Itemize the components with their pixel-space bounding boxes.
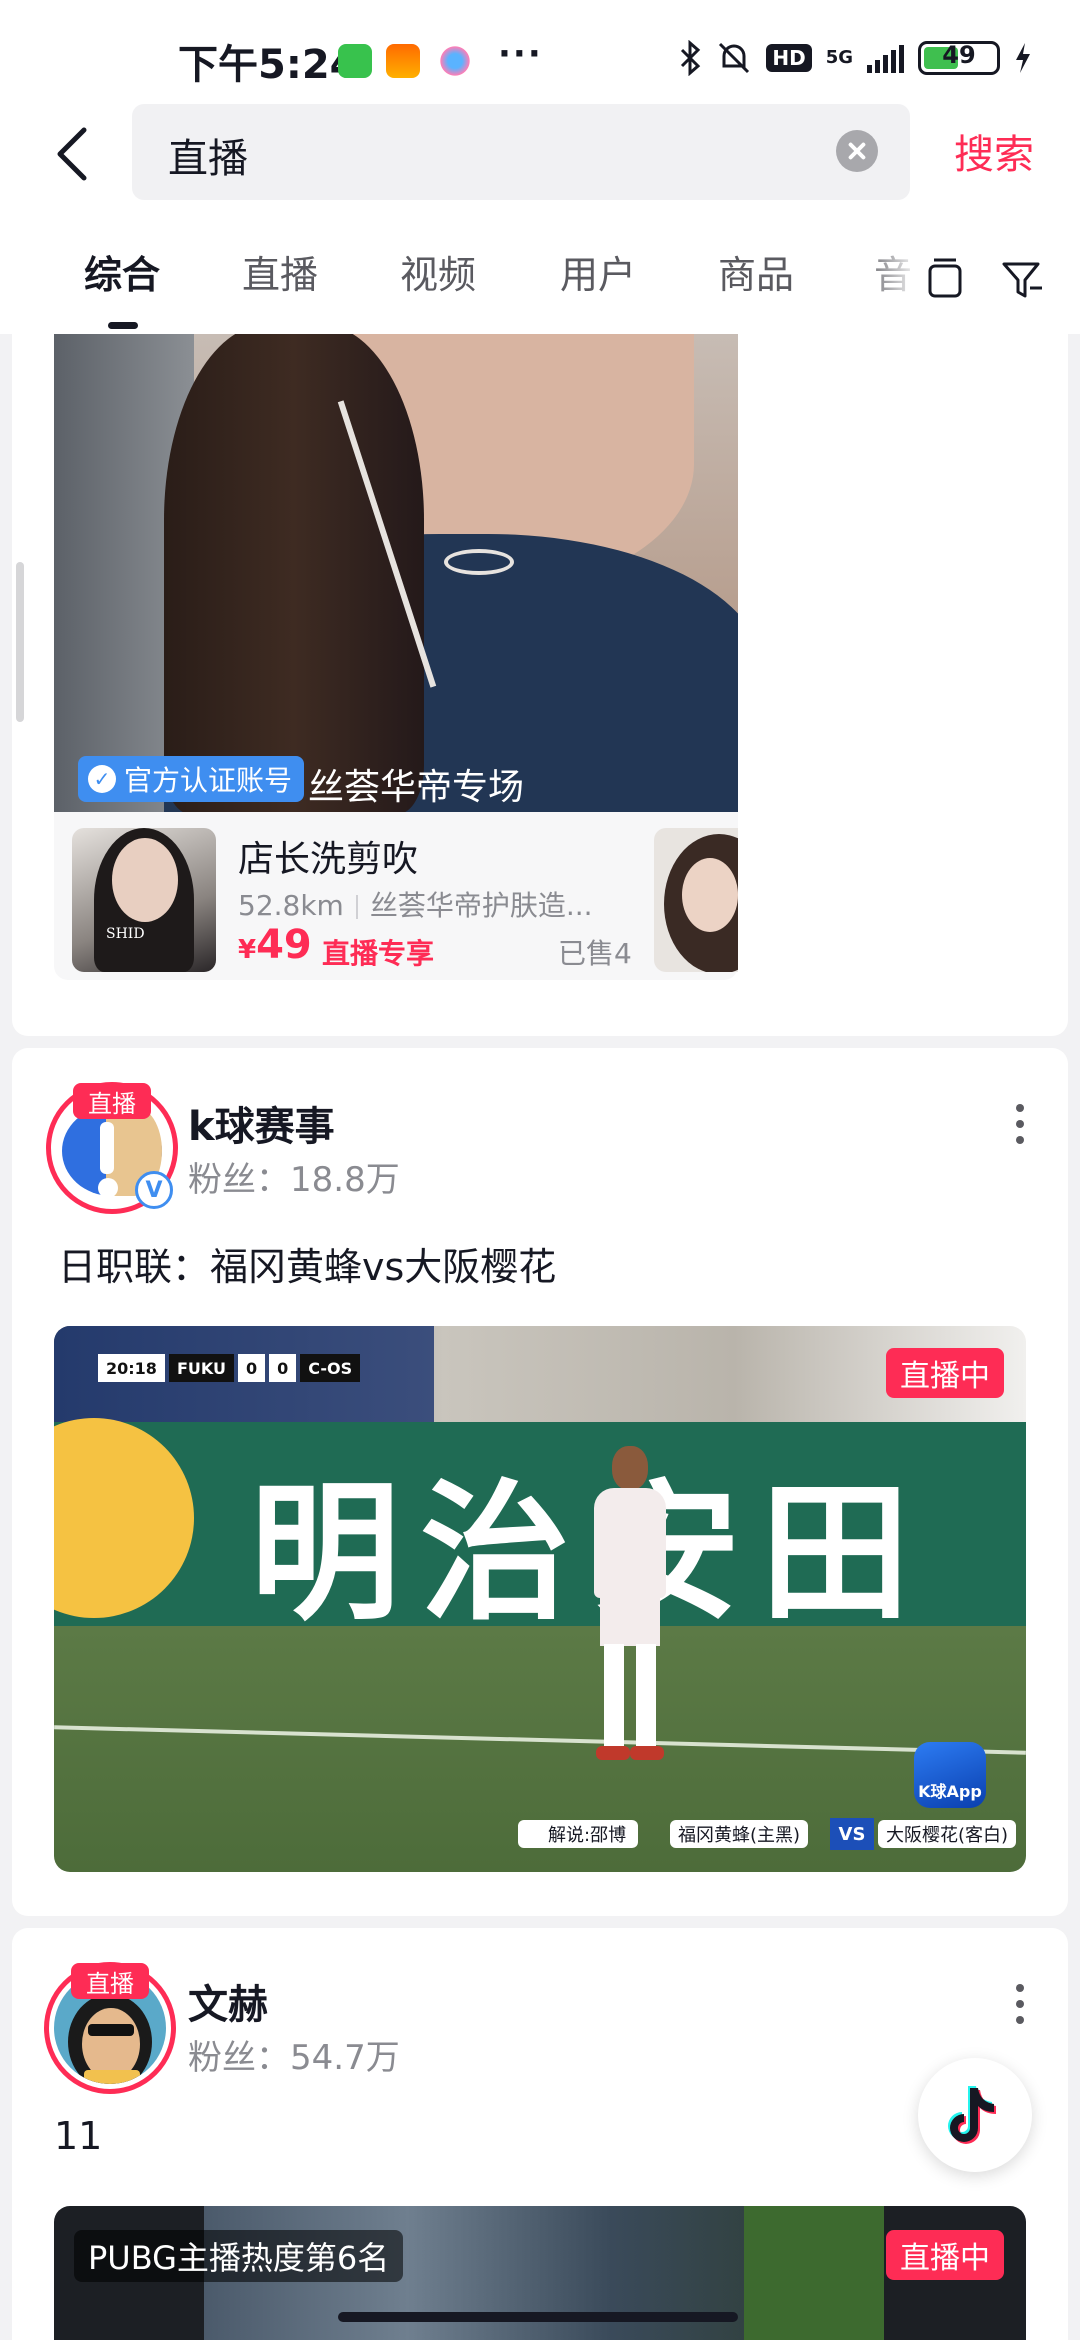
author-fans: 粉丝：18.8万: [188, 1160, 400, 1200]
signal-icon: [867, 43, 904, 73]
shop-name: 丝荟华帝专场: [308, 767, 525, 808]
shop-card[interactable]: ✓ 官方认证账号 丝荟华帝专场 SHID 店长洗剪吹 52.8km 丝荟华帝护肤造…: [12, 334, 1068, 1036]
live-description: 11: [54, 2114, 103, 2158]
home-score: 0: [237, 1354, 266, 1382]
rank-label: PUBG主播热度第6名: [74, 2230, 404, 2282]
product-distance: 52.8km: [238, 889, 344, 922]
live-card[interactable]: 直播 文赫 粉丝：54.7万 11 PUBG主播热度第6名 直播中: [12, 1928, 1068, 2340]
scoreboard: 20:18 FUKU 0 0 C-OS: [98, 1354, 361, 1382]
duplicate-icon[interactable]: [920, 254, 970, 304]
douyin-fab[interactable]: [918, 2058, 1032, 2172]
bluetooth-icon: [681, 40, 701, 76]
more-notifications-icon: ···: [498, 34, 543, 74]
search-button[interactable]: 搜索: [954, 122, 1034, 180]
home-indicator[interactable]: [338, 2312, 738, 2322]
scroll-indicator[interactable]: [16, 562, 24, 722]
vs-badge: VS: [830, 1818, 874, 1850]
hd-icon: HD: [766, 44, 812, 72]
away-code: C-OS: [300, 1354, 361, 1382]
product-thumb-label: SHID: [106, 926, 145, 942]
player-figure: [590, 1446, 670, 1776]
watermark-text: K球App: [918, 1782, 982, 1801]
clear-icon[interactable]: [836, 130, 878, 172]
product-meta: 52.8km 丝荟华帝护肤造...: [238, 884, 593, 924]
active-tab-indicator: [108, 322, 138, 329]
more-icon[interactable]: [1010, 1984, 1030, 2034]
network-type: 5G: [825, 47, 853, 68]
search-header: 直播 搜索: [0, 104, 1080, 224]
cloud-app-icon: [438, 44, 472, 78]
live-badge: 直播: [71, 1963, 149, 1999]
verified-icon: V: [135, 1171, 173, 1209]
search-input[interactable]: 直播: [132, 104, 910, 200]
wechat-app-icon: [338, 44, 372, 78]
live-description: 日职联：福冈黄蜂vs大阪樱花: [58, 1245, 557, 1289]
live-status-badge: 直播中: [886, 2230, 1004, 2280]
live-status-badge: 直播中: [886, 1348, 1004, 1398]
author-fans: 粉丝：54.7万: [188, 2038, 400, 2078]
product-price: ¥49: [238, 922, 312, 968]
tab-fade: [860, 224, 920, 334]
product-store: 丝荟华帝护肤造...: [369, 889, 593, 922]
author-name[interactable]: 文赫: [188, 1972, 268, 2030]
author-name[interactable]: k球赛事: [188, 1094, 335, 1152]
tab-products[interactable]: 商品: [718, 244, 794, 299]
tab-video[interactable]: 视频: [400, 244, 476, 299]
verified-check-icon: ✓: [88, 765, 116, 793]
battery-level: 49: [942, 41, 976, 69]
58-app-icon: [386, 44, 420, 78]
shop-cover-image[interactable]: [54, 334, 738, 812]
home-team-tag: 福冈黄蜂(主黑): [670, 1820, 809, 1848]
battery-icon: 49: [918, 41, 1000, 75]
match-clock: 20:18: [98, 1354, 165, 1382]
tab-users[interactable]: 用户: [560, 244, 636, 299]
product-item[interactable]: SHID 店长洗剪吹 52.8km 丝荟华帝护肤造... ¥49 直播专享 已售4: [54, 812, 738, 980]
result-tabs: 综合 直播 视频 用户 商品 音: [0, 224, 1080, 334]
status-bar: 下午5:24 ··· HD 5G 49: [0, 0, 1080, 104]
live-preview[interactable]: 明治安田 20:18 FUKU 0 0 C-OS 直播中 K球App 解说:邵博: [54, 1326, 1026, 1872]
tab-live[interactable]: 直播: [242, 244, 318, 299]
kqiu-logo-icon: K球App: [914, 1742, 986, 1808]
status-time: 下午5:24: [178, 42, 358, 88]
verified-account-tag: ✓ 官方认证账号: [78, 756, 305, 802]
search-query[interactable]: 直播: [168, 126, 248, 184]
charging-icon: [1016, 43, 1030, 73]
mute-bell-icon: [719, 42, 750, 74]
status-right: HD 5G 49: [678, 40, 1032, 76]
douyin-logo-icon: [948, 2086, 996, 2144]
product-thumbnail: SHID: [72, 828, 216, 972]
avatar[interactable]: 直播: [44, 1962, 176, 2094]
product-sold: 已售4: [558, 937, 632, 970]
more-icon[interactable]: [1010, 1104, 1030, 1154]
back-arrow-icon[interactable]: [46, 124, 106, 184]
filter-icon[interactable]: [998, 254, 1048, 304]
next-product-thumbnail[interactable]: [654, 828, 738, 972]
live-badge: 直播: [73, 1083, 151, 1119]
away-score: 0: [269, 1354, 297, 1382]
avatar[interactable]: 直播 V: [46, 1082, 178, 1214]
away-team-tag: 大阪樱花(客白): [878, 1820, 1017, 1848]
product-title: 店长洗剪吹: [238, 839, 419, 880]
live-card[interactable]: 直播 V k球赛事 粉丝：18.8万 日职联：福冈黄蜂vs大阪樱花 明治安田 2…: [12, 1048, 1068, 1916]
tab-general[interactable]: 综合: [84, 244, 160, 299]
commentary-tag: 解说:邵博: [518, 1820, 639, 1848]
product-promo: 直播专享: [322, 937, 435, 970]
home-code: FUKU: [168, 1354, 234, 1382]
